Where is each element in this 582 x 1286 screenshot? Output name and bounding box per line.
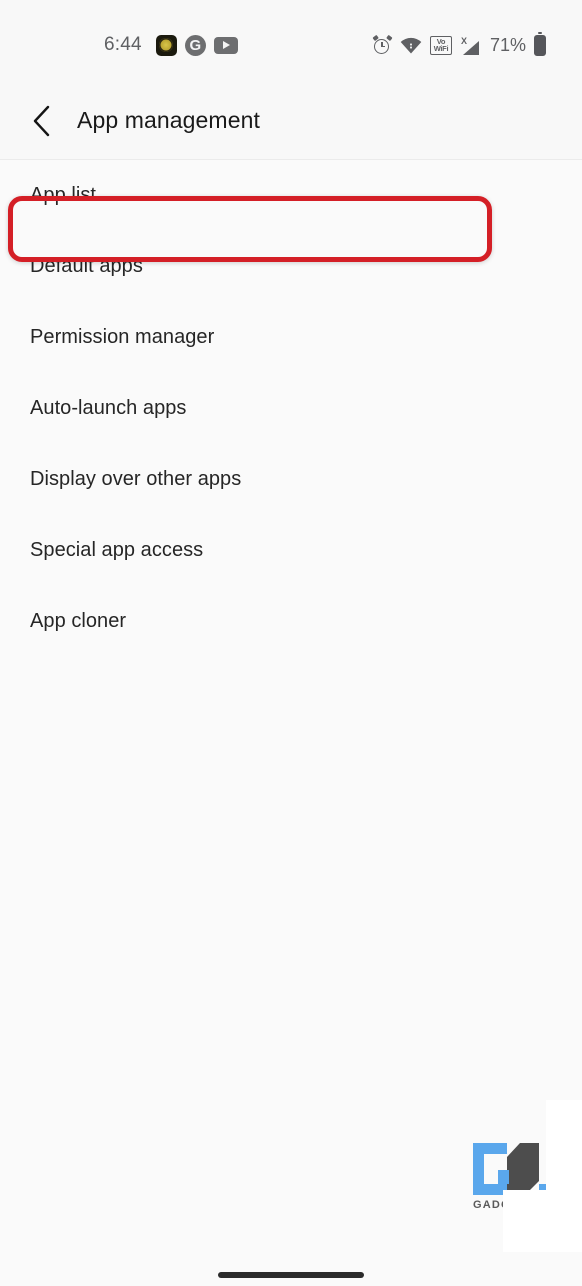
chevron-left-icon	[33, 105, 50, 136]
page-title: App management	[77, 107, 260, 133]
menu-item-label: Default apps	[30, 255, 143, 277]
watermark-occluder-right	[546, 1100, 582, 1260]
battery-percent-label: 71%	[489, 34, 526, 55]
back-button[interactable]	[14, 93, 70, 149]
wifi-icon	[400, 36, 422, 54]
phone-screen: 6:44 Vo	[0, 0, 582, 1286]
menu-item-app-list[interactable]: App list	[0, 160, 582, 231]
menu-item-label: Special app access	[30, 539, 204, 561]
menu-item-label: App cloner	[30, 610, 127, 632]
menu-item-app-cloner[interactable]: App cloner	[0, 586, 582, 657]
navigation-bar	[0, 1252, 582, 1286]
vowifi-icon: Vo WiFi	[429, 35, 452, 55]
dark-gold-app-icon	[155, 34, 177, 56]
menu-item-auto-launch-apps[interactable]: Auto-launch apps	[0, 373, 582, 444]
battery-icon	[534, 31, 546, 56]
home-gesture-pill[interactable]	[218, 1272, 364, 1278]
settings-content: App list Default apps Permission manager…	[0, 160, 582, 1286]
menu-item-default-apps[interactable]: Default apps	[0, 231, 582, 302]
google-icon	[184, 34, 206, 56]
alarm-clock-icon	[372, 34, 393, 55]
vowifi-bottom-label: WiFi	[433, 44, 449, 53]
menu-item-label: Auto-launch apps	[30, 397, 187, 419]
app-header: App management	[0, 82, 582, 160]
status-bar-right: Vo WiFi X 71%	[372, 28, 546, 62]
status-bar-left: 6:44	[104, 28, 238, 62]
dark-gold-app-icon-emblem	[159, 38, 174, 52]
youtube-icon	[213, 36, 238, 54]
menu-item-permission-manager[interactable]: Permission manager	[0, 302, 582, 373]
menu-item-display-over-other-apps[interactable]: Display over other apps	[0, 444, 582, 515]
notification-icons	[155, 34, 238, 56]
signal-x-label: X	[460, 35, 467, 46]
menu-item-special-app-access[interactable]: Special app access	[0, 515, 582, 586]
status-bar: 6:44 Vo	[0, 0, 582, 82]
status-time: 6:44	[104, 34, 142, 55]
menu-item-label: App list	[30, 184, 96, 206]
menu-item-label: Display over other apps	[30, 468, 242, 490]
menu-item-label: Permission manager	[30, 326, 215, 348]
app-management-menu: App list Default apps Permission manager…	[0, 160, 582, 657]
cellular-signal-no-service-icon: X	[460, 36, 482, 55]
